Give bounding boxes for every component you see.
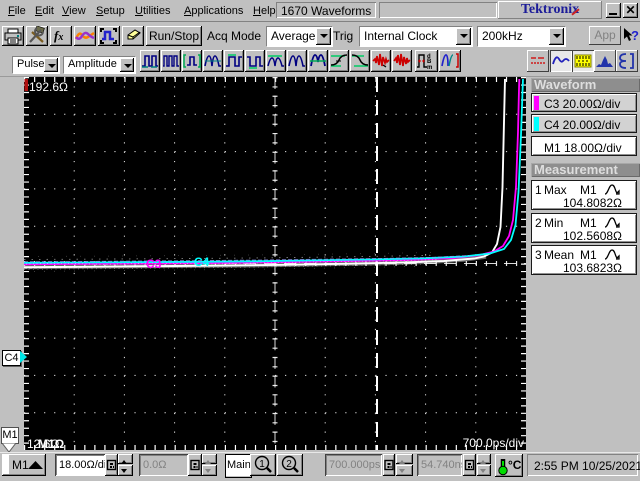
svg-text:C3: C3 (146, 257, 162, 271)
svg-text:C4: C4 (194, 255, 210, 269)
svg-text:700.0ps/div: 700.0ps/div (463, 436, 524, 450)
svg-text:°C: °C (508, 458, 522, 472)
svg-text:m: m (427, 65, 432, 71)
svg-text:1: 1 (259, 459, 265, 470)
svg-text:?: ? (631, 28, 639, 43)
svg-text:192.6Ω: 192.6Ω (29, 80, 68, 94)
svg-text:M1Ω: M1Ω (38, 437, 65, 450)
svg-text:2: 2 (286, 459, 292, 470)
